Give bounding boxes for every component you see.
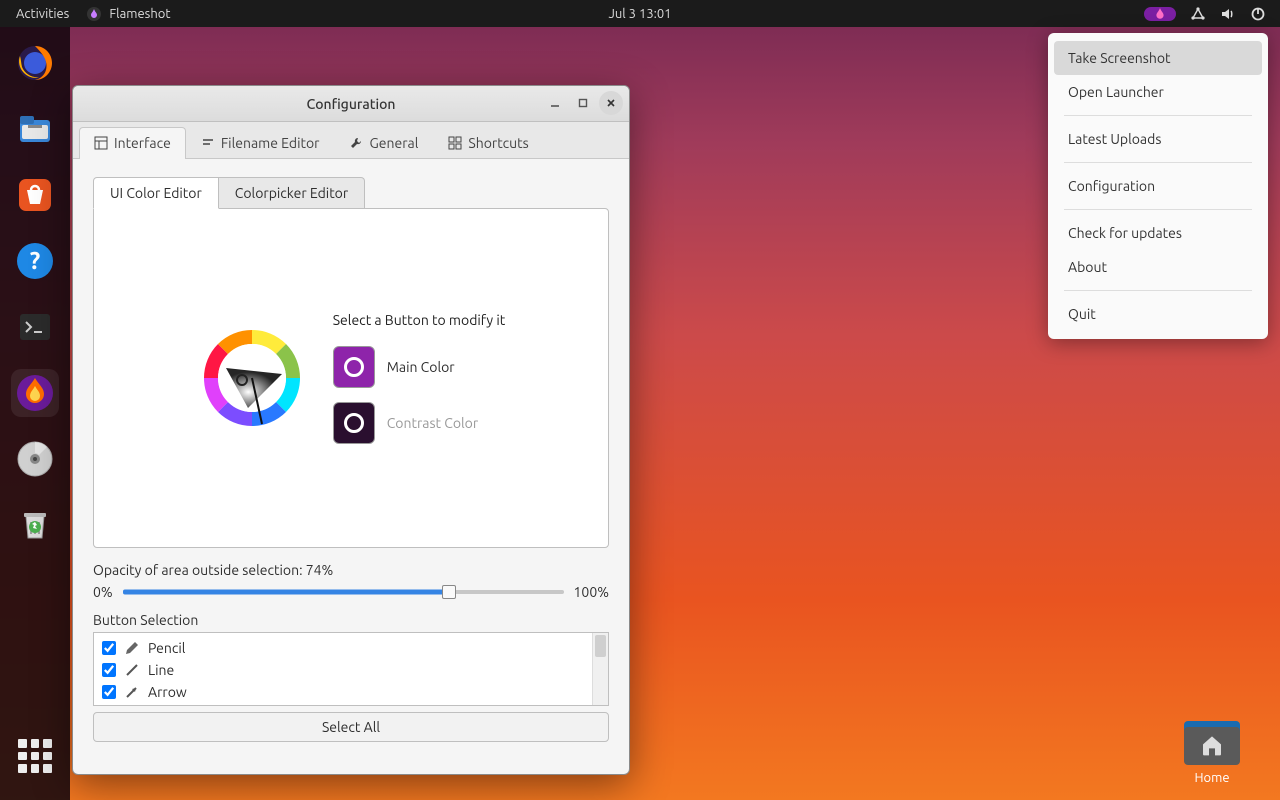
volume-icon[interactable] [1220, 6, 1236, 22]
button-selection-list: Pencil Line Arrow [93, 632, 609, 706]
grid-icon [448, 136, 462, 150]
tray-flameshot-icon[interactable] [1144, 7, 1176, 21]
network-icon[interactable] [1190, 6, 1206, 22]
dock-trash[interactable] [11, 501, 59, 549]
tray-context-menu: Take Screenshot Open Launcher Latest Upl… [1048, 33, 1268, 339]
layout-icon [94, 136, 108, 150]
window-titlebar[interactable]: Configuration [73, 86, 629, 122]
configuration-window: Configuration Interface Filename Editor … [72, 85, 630, 775]
desktop-home-folder[interactable]: Home [1184, 721, 1240, 785]
contrast-color-swatch[interactable] [333, 402, 375, 444]
top-bar: Activities Flameshot Jul 3 13:01 [0, 0, 1280, 27]
menu-separator [1064, 162, 1252, 163]
list-item-checkbox[interactable] [102, 685, 116, 699]
menu-about[interactable]: About [1054, 250, 1262, 284]
dock-flameshot[interactable] [11, 369, 59, 417]
dock-files[interactable] [11, 105, 59, 153]
window-title: Configuration [307, 96, 396, 112]
menu-separator [1064, 115, 1252, 116]
dock: ? [0, 27, 70, 800]
active-app-label: Flameshot [109, 7, 170, 21]
menu-take-screenshot[interactable]: Take Screenshot [1054, 41, 1262, 75]
main-tabbar: Interface Filename Editor General Shortc… [73, 122, 629, 159]
flameshot-icon [87, 7, 101, 21]
svg-text:?: ? [30, 247, 41, 274]
power-icon[interactable] [1250, 6, 1266, 22]
list-scrollbar[interactable] [592, 633, 608, 705]
color-wheel[interactable] [197, 323, 307, 433]
tab-label: Filename Editor [221, 135, 320, 151]
tab-filename-editor[interactable]: Filename Editor [186, 127, 335, 159]
line-icon [124, 662, 140, 678]
tab-general[interactable]: General [334, 127, 433, 159]
menu-quit[interactable]: Quit [1054, 297, 1262, 331]
main-color-swatch[interactable] [333, 346, 375, 388]
main-color-label: Main Color [387, 359, 455, 375]
color-editor-prompt: Select a Button to modify it [333, 312, 506, 328]
select-all-button[interactable]: Select All [93, 712, 609, 742]
tab-label: General [369, 135, 418, 151]
opacity-label: Opacity of area outside selection: 74% [93, 562, 609, 578]
tab-interface[interactable]: Interface [79, 127, 186, 159]
opacity-slider[interactable] [123, 582, 564, 602]
window-minimize-button[interactable] [543, 91, 567, 115]
show-applications-button[interactable] [11, 732, 59, 780]
active-app-indicator[interactable]: Flameshot [87, 7, 170, 21]
menu-open-launcher[interactable]: Open Launcher [1054, 75, 1262, 109]
dock-help[interactable]: ? [11, 237, 59, 285]
wrench-icon [349, 136, 363, 150]
opacity-max-label: 100% [574, 584, 609, 600]
tab-shortcuts[interactable]: Shortcuts [433, 127, 543, 159]
clock[interactable]: Jul 3 13:01 [608, 7, 671, 21]
tab-label: Shortcuts [468, 135, 528, 151]
menu-configuration[interactable]: Configuration [1054, 169, 1262, 203]
list-item-checkbox[interactable] [102, 663, 116, 677]
list-item[interactable]: Arrow [100, 681, 586, 703]
subtab-colorpicker-editor[interactable]: Colorpicker Editor [219, 177, 365, 209]
dock-firefox[interactable] [11, 39, 59, 87]
button-selection-label: Button Selection [93, 612, 609, 628]
tab-label: Interface [114, 135, 171, 151]
dock-terminal[interactable] [11, 303, 59, 351]
window-close-button[interactable] [599, 91, 623, 115]
pencil-icon [124, 640, 140, 656]
opacity-min-label: 0% [93, 584, 113, 600]
sub-tabbar: UI Color Editor Colorpicker Editor [93, 177, 609, 209]
menu-check-updates[interactable]: Check for updates [1054, 216, 1262, 250]
menu-separator [1064, 290, 1252, 291]
activities-button[interactable]: Activities [16, 7, 69, 21]
subtab-ui-color-editor[interactable]: UI Color Editor [93, 177, 219, 209]
color-editor-panel: Select a Button to modify it Main Color … [93, 208, 609, 548]
contrast-color-label: Contrast Color [387, 415, 478, 431]
folder-icon [1184, 721, 1240, 765]
list-item[interactable]: Line [100, 659, 586, 681]
dock-disc[interactable] [11, 435, 59, 483]
menu-separator [1064, 209, 1252, 210]
list-item-label: Pencil [148, 640, 185, 656]
window-maximize-button[interactable] [571, 91, 595, 115]
menu-latest-uploads[interactable]: Latest Uploads [1054, 122, 1262, 156]
list-item[interactable]: Pencil [100, 637, 586, 659]
list-item-checkbox[interactable] [102, 641, 116, 655]
desktop-home-label: Home [1184, 771, 1240, 785]
list-item-label: Arrow [148, 684, 187, 700]
arrow-icon [124, 684, 140, 700]
dock-software[interactable] [11, 171, 59, 219]
list-item-label: Line [148, 662, 174, 678]
filename-icon [201, 136, 215, 150]
